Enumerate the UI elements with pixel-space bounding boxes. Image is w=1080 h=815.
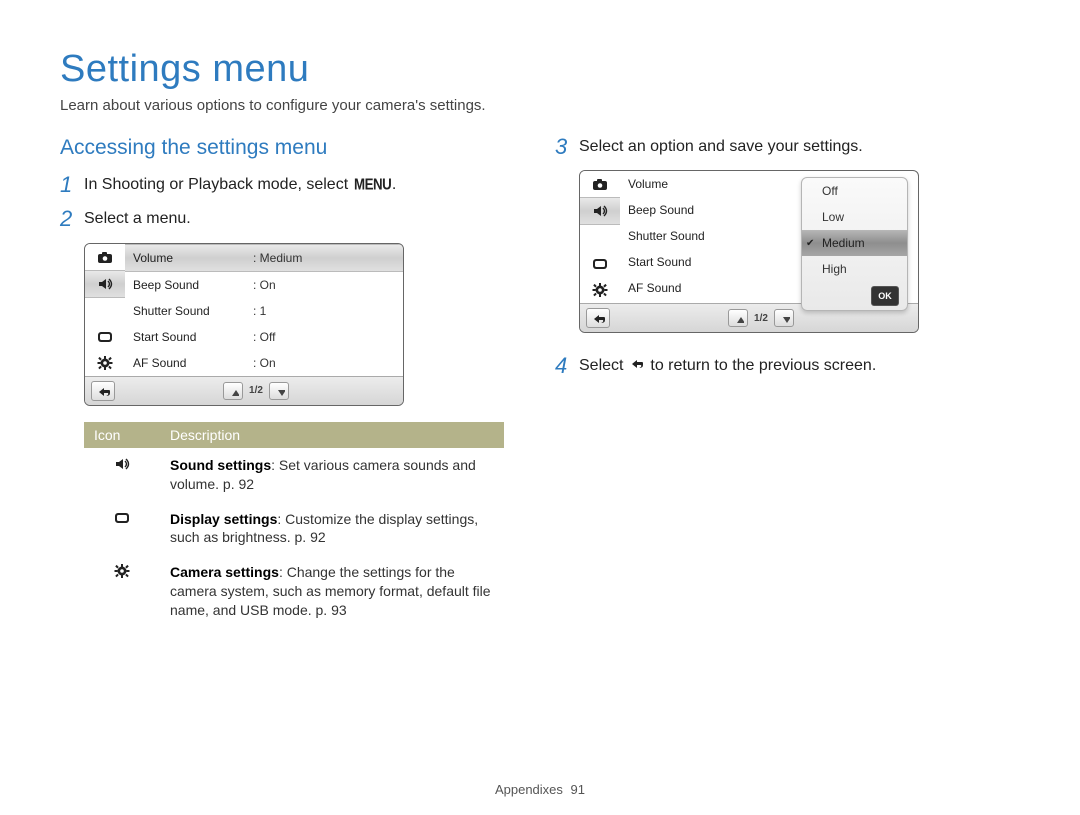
table-header-icon: Icon [84, 422, 160, 448]
step-text: In Shooting or Playback mode, select MEN… [84, 174, 396, 196]
sound-icon [95, 276, 115, 292]
gear-icon [95, 355, 115, 371]
option-item[interactable]: High [802, 256, 907, 282]
sound-icon [112, 456, 132, 472]
menu-row[interactable]: Start Sound: Off [125, 324, 403, 350]
menu-rows: Volume: Medium Beep Sound: On Shutter So… [125, 244, 403, 376]
step-4: 4 Select to return to the previous scree… [555, 355, 1020, 377]
page-footer: Appendixes 91 [0, 782, 1080, 797]
back-icon [628, 356, 646, 370]
step-2: 2 Select a menu. [60, 208, 525, 230]
step-3: 3 Select an option and save your setting… [555, 136, 1020, 158]
display-icon [590, 256, 610, 272]
page-down-button[interactable] [269, 382, 289, 400]
manual-page: Settings menu Learn about various option… [0, 0, 1080, 815]
left-column: Accessing the settings menu 1 In Shootin… [60, 136, 525, 628]
menu-row[interactable]: AF Sound: On [125, 350, 403, 376]
sound-icon [590, 203, 610, 219]
ok-button[interactable]: OK [871, 286, 899, 306]
footer-section: Appendixes [495, 782, 563, 797]
gear-icon [590, 282, 610, 298]
table-row: Camera settings: Change the settings for… [84, 555, 504, 628]
menu-button-label: MENU [354, 174, 391, 196]
footer-page-number: 91 [571, 782, 585, 797]
icon-description-table: Icon Description Sound settings: Set var… [84, 422, 504, 628]
option-item-selected[interactable]: ✔Medium [802, 230, 907, 256]
page-up-button[interactable] [223, 382, 243, 400]
table-header-description: Description [160, 422, 504, 448]
table-row: Display settings: Customize the display … [84, 502, 504, 556]
camera-screen-options: Volume Beep Sound Shutter Sound Start So… [579, 170, 919, 333]
right-column: 3 Select an option and save your setting… [555, 136, 1020, 628]
sidebar-icons [85, 244, 125, 376]
section-heading: Accessing the settings menu [60, 136, 525, 160]
display-icon [112, 510, 132, 526]
option-popup: Off Low ✔Medium High OK [801, 177, 908, 311]
camera-icon [590, 176, 610, 192]
step-number: 2 [60, 208, 84, 230]
option-item[interactable]: Low [802, 204, 907, 230]
camera-icon [95, 249, 115, 265]
step-text: Select an option and save your settings. [579, 136, 863, 158]
page-indicator: 1/2 [249, 385, 263, 396]
back-button[interactable] [586, 308, 610, 328]
page-indicator: 1/2 [754, 313, 768, 324]
display-icon [95, 329, 115, 345]
screen-footer: 1/2 [85, 376, 403, 405]
step-1: 1 In Shooting or Playback mode, select M… [60, 174, 525, 196]
gear-icon [112, 563, 132, 579]
step-text: Select a menu. [84, 208, 191, 230]
page-up-button[interactable] [728, 309, 748, 327]
step-number: 4 [555, 355, 579, 377]
step-text: Select to return to the previous screen. [579, 355, 876, 377]
page-title: Settings menu [60, 48, 1020, 91]
check-icon: ✔ [806, 238, 814, 249]
menu-row[interactable]: Beep Sound: On [125, 272, 403, 298]
sidebar-icons [580, 171, 620, 303]
menu-row[interactable]: Shutter Sound: 1 [125, 298, 403, 324]
camera-screen-menu: Volume: Medium Beep Sound: On Shutter So… [84, 243, 404, 406]
table-row: Sound settings: Set various camera sound… [84, 448, 504, 502]
intro-text: Learn about various options to configure… [60, 97, 1020, 114]
menu-row[interactable]: Volume: Medium [125, 244, 403, 272]
back-button[interactable] [91, 381, 115, 401]
step-number: 3 [555, 136, 579, 158]
option-item[interactable]: Off [802, 178, 907, 204]
step-number: 1 [60, 174, 84, 196]
page-down-button[interactable] [774, 309, 794, 327]
